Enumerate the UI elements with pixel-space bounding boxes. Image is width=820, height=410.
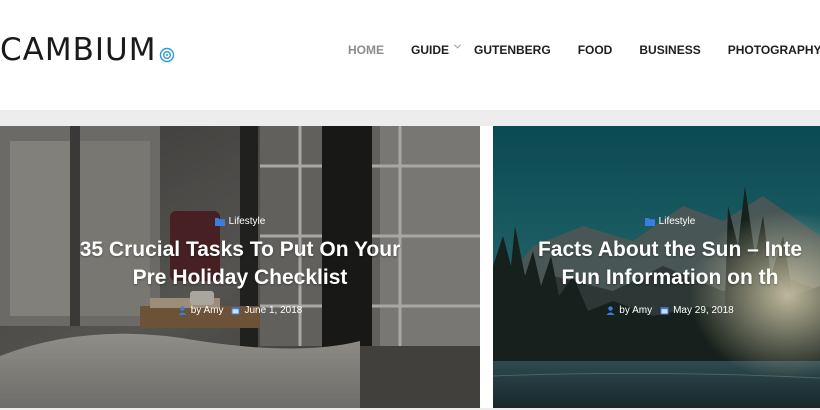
post-author[interactable]: by Amy bbox=[191, 305, 224, 316]
post-author[interactable]: by Amy bbox=[619, 305, 652, 316]
logo-circle-icon bbox=[160, 47, 175, 63]
calendar-icon bbox=[231, 306, 240, 314]
post-title-line-2: Pre Holiday Checklist bbox=[132, 266, 348, 289]
post-title[interactable]: 35 Crucial Tasks To Put On Your Pre Holi… bbox=[0, 236, 480, 292]
post-title[interactable]: Facts About the Sun – Inte Fun Informati… bbox=[493, 236, 820, 292]
chevron-down-icon[interactable] bbox=[453, 42, 462, 51]
post-title-line-1: 35 Crucial Tasks To Put On Your bbox=[79, 238, 401, 261]
folder-icon bbox=[214, 217, 225, 226]
post-category[interactable]: Lifestyle bbox=[493, 214, 820, 228]
post-meta: by Amy June 1, 2018 bbox=[0, 303, 480, 317]
calendar-icon bbox=[660, 306, 669, 314]
post-title-line-2: Fun Information on th bbox=[561, 266, 779, 289]
nav-photography[interactable]: PHOTOGRAPHY bbox=[728, 43, 820, 57]
logo-text: CAMBIUM bbox=[0, 32, 157, 68]
header-divider bbox=[0, 110, 820, 126]
post-content: Lifestyle Facts About the Sun – Inte Fun… bbox=[493, 214, 820, 317]
nav-business[interactable]: BUSINESS bbox=[639, 43, 700, 57]
post-title-line-1: Facts About the Sun – Inte bbox=[537, 238, 803, 261]
nav-home[interactable]: HOME bbox=[348, 43, 384, 57]
user-icon bbox=[606, 305, 615, 315]
main-nav: HOME GUIDE GUTENBERG FOOD BUSINESS PHOTO… bbox=[348, 38, 820, 62]
site-header: CAMBIUM HOME GUIDE GUTENBERG FOOD BUSINE… bbox=[0, 0, 820, 110]
folder-icon bbox=[644, 217, 655, 226]
category-label: Lifestyle bbox=[658, 215, 696, 227]
nav-gutenberg[interactable]: GUTENBERG bbox=[474, 43, 551, 57]
featured-post-card[interactable]: Lifestyle 35 Crucial Tasks To Put On You… bbox=[0, 126, 480, 408]
post-category[interactable]: Lifestyle bbox=[0, 214, 480, 228]
site-logo[interactable]: CAMBIUM bbox=[0, 30, 175, 70]
post-date[interactable]: May 29, 2018 bbox=[673, 305, 734, 316]
user-icon bbox=[178, 305, 187, 315]
post-meta: by Amy May 29, 2018 bbox=[493, 303, 820, 317]
post-date[interactable]: June 1, 2018 bbox=[244, 305, 302, 316]
featured-post-card[interactable]: Lifestyle Facts About the Sun – Inte Fun… bbox=[493, 126, 820, 408]
post-content: Lifestyle 35 Crucial Tasks To Put On You… bbox=[0, 214, 480, 317]
nav-guide[interactable]: GUIDE bbox=[411, 43, 449, 57]
nav-food[interactable]: FOOD bbox=[578, 43, 613, 57]
category-label: Lifestyle bbox=[228, 215, 266, 227]
